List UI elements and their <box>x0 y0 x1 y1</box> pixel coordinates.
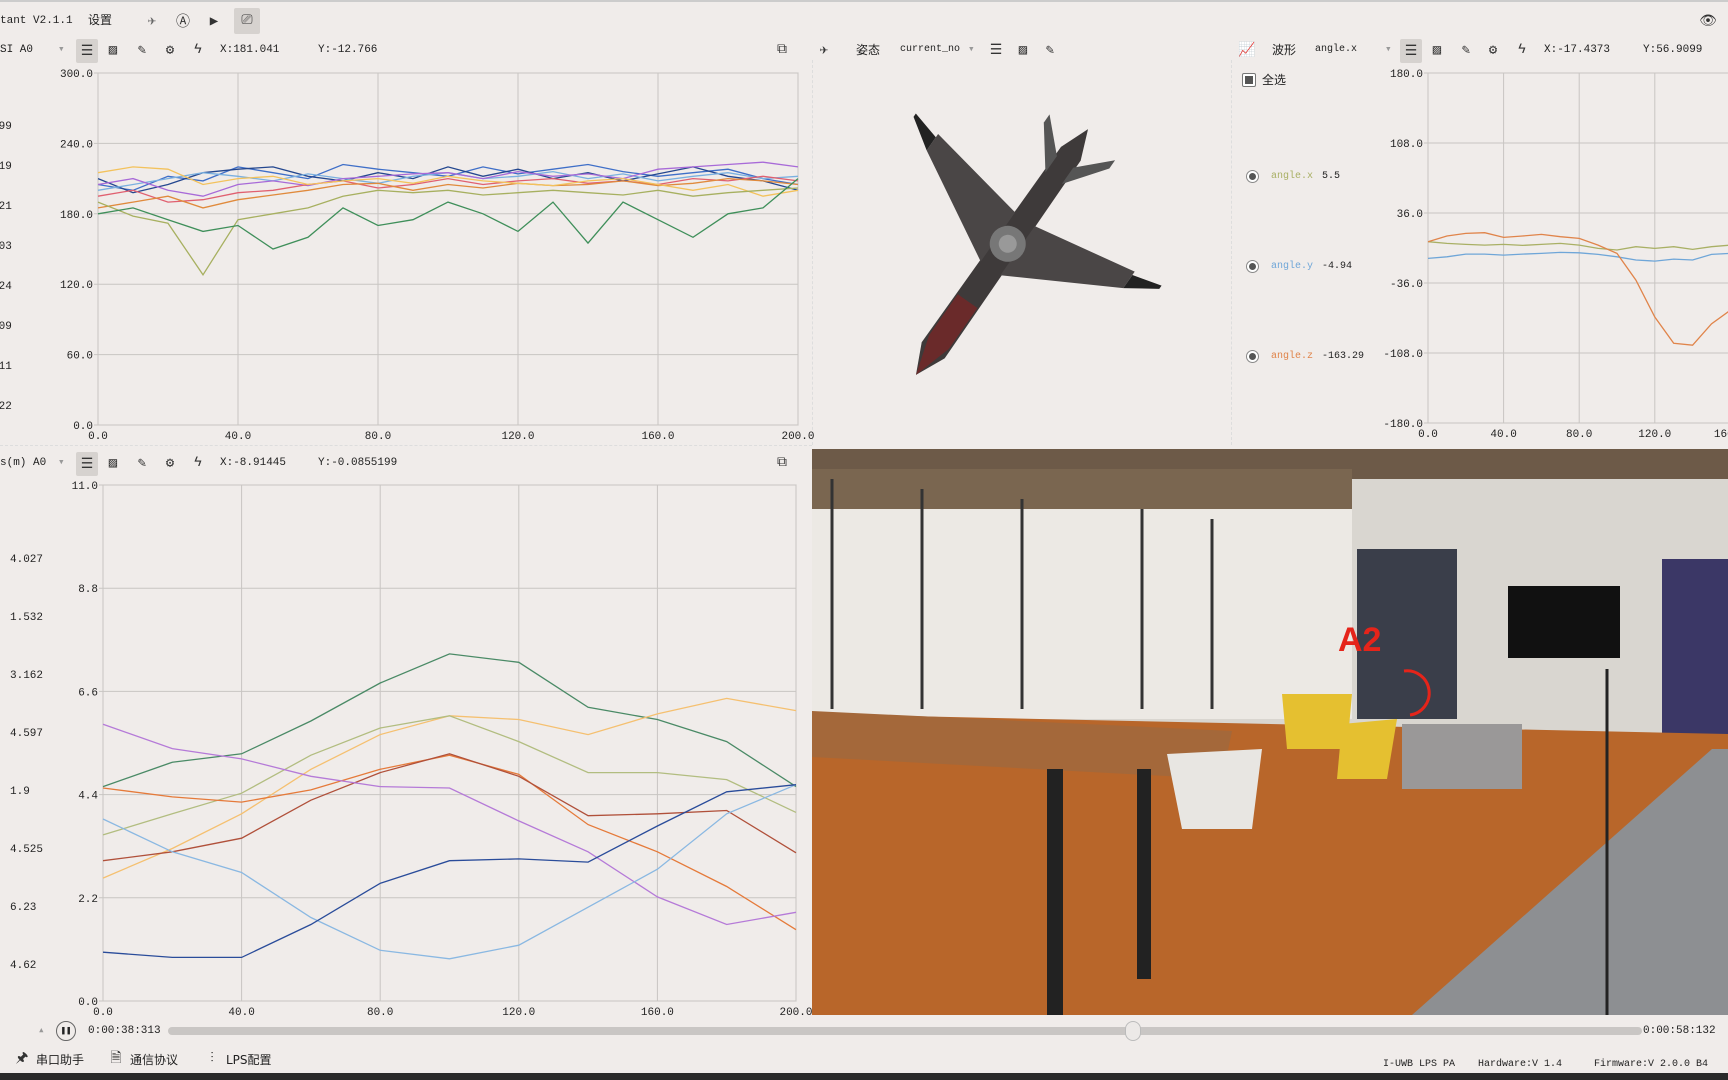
x-tick-label: 40.0 <box>1490 429 1516 441</box>
series-line-2 <box>102 715 797 836</box>
x-tick-label: 80.0 <box>1566 429 1592 441</box>
playback-slider-handle[interactable] <box>1125 1021 1142 1041</box>
series-line-angle.x <box>1427 241 1728 251</box>
y-tick-label: 180.0 <box>1390 69 1423 81</box>
statusbar-serial-assistant[interactable]: 串口助手 <box>36 1053 84 1067</box>
x-tick-label: 120.0 <box>502 1007 535 1019</box>
x-tick-label: 40.0 <box>228 1007 254 1019</box>
series-line-0 <box>102 653 797 788</box>
status-bar: 🖈 串口助手 🗎 通信协议 ⫶ LPS配置 I-UWB LPS PA Hardw… <box>0 1046 1728 1073</box>
chart-1[interactable]: 0.040.080.0120.0160.0-180.0-108.0-36.036… <box>1383 69 1728 441</box>
device-name: I-UWB LPS PA <box>1383 1059 1456 1070</box>
camera-video-feed[interactable]: A2 <box>812 449 1728 1015</box>
series-line-4 <box>102 753 797 862</box>
series-line-4 <box>97 175 799 203</box>
series-line-angle.y <box>1427 251 1728 262</box>
sliders-icon[interactable]: ⫶ <box>202 1049 222 1069</box>
y-tick-label: 60.0 <box>67 351 93 363</box>
x-tick-label: 120.0 <box>501 431 534 443</box>
y-tick-label: 180.0 <box>60 210 93 222</box>
firmware-version: Firmware:V 2.0.0 B4 <box>1594 1059 1709 1070</box>
y-tick-label: 300.0 <box>60 69 93 81</box>
x-tick-label: 160.0 <box>641 431 674 443</box>
y-tick-label: 11.0 <box>72 481 98 493</box>
statusbar-protocol[interactable]: 通信协议 <box>130 1053 178 1067</box>
y-tick-label: -180.0 <box>1383 419 1423 431</box>
y-tick-label: 120.0 <box>60 280 93 292</box>
x-tick-label: 40.0 <box>225 431 251 443</box>
serial-port-icon[interactable]: 🖈 <box>12 1049 32 1069</box>
y-tick-label: 36.0 <box>1397 209 1423 221</box>
y-tick-label: 8.8 <box>78 584 98 596</box>
y-tick-label: 4.4 <box>78 791 98 803</box>
document-icon[interactable]: 🗎 <box>106 1049 126 1069</box>
x-tick-label: 80.0 <box>365 431 391 443</box>
y-tick-label: 0.0 <box>78 997 98 1009</box>
current-time: 0:00:38:313 <box>88 1025 161 1037</box>
y-tick-label: -36.0 <box>1390 279 1423 291</box>
total-time: 0:00:58:132 <box>1643 1025 1716 1037</box>
chart-0[interactable]: 0.0 40.0 80.0 120.0 160.0 200.00.060.0120.018… <box>60 69 815 443</box>
series-line-1 <box>97 166 799 194</box>
x-tick-label: 200.0 <box>781 431 814 443</box>
hardware-version: Hardware:V 1.4 <box>1478 1059 1563 1070</box>
x-tick-label: 120.0 <box>1638 429 1671 441</box>
pause-button[interactable]: ❚❚ <box>56 1021 76 1041</box>
plot-area <box>102 484 797 1002</box>
y-tick-label: 6.6 <box>78 687 98 699</box>
series-line-3 <box>102 754 797 931</box>
series-line-0 <box>97 163 799 191</box>
statusbar-lps-config[interactable]: LPS配置 <box>226 1053 272 1067</box>
anchor-label: A2 <box>1338 621 1381 659</box>
y-tick-label: 0.0 <box>73 421 93 433</box>
y-tick-label: 2.2 <box>78 894 98 906</box>
series-line-angle.z <box>1427 232 1728 346</box>
collapse-arrow-icon[interactable]: ▴ <box>38 1024 45 1038</box>
y-tick-label: 108.0 <box>1390 139 1423 151</box>
chart-2[interactable]: 0.0 40.0 80.0 120.0 160.0 200.00.02.24.46.68.… <box>72 481 813 1019</box>
series-line-5 <box>97 177 799 209</box>
x-tick-label: 160.0 <box>641 1007 674 1019</box>
x-tick-label: 200.0 <box>779 1007 812 1019</box>
x-tick-label: 160.0 <box>1714 429 1728 441</box>
x-tick-label: 80.0 <box>367 1007 393 1019</box>
y-tick-label: 240.0 <box>60 139 93 151</box>
playback-slider[interactable] <box>168 1027 1642 1035</box>
series-line-7 <box>102 784 797 959</box>
y-tick-label: -108.0 <box>1383 349 1423 361</box>
plot-area <box>97 72 799 426</box>
series-line-6 <box>102 784 797 960</box>
